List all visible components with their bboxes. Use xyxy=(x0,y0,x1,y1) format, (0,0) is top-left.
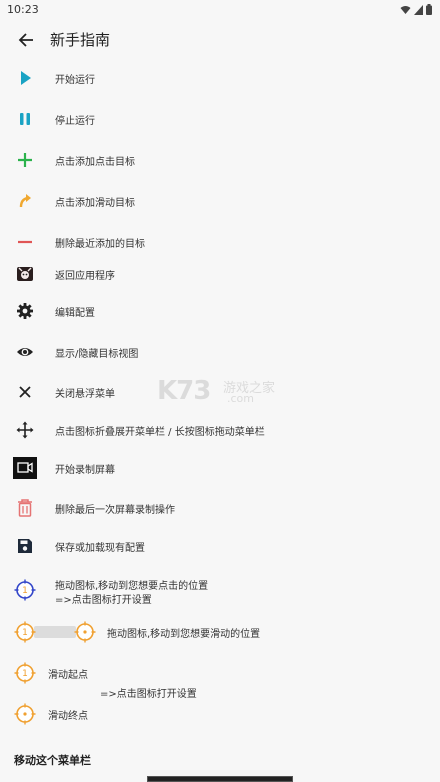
back-button[interactable] xyxy=(14,28,38,52)
minus-icon xyxy=(13,230,37,254)
guide-item-label: 关闭悬浮菜单 xyxy=(55,389,115,400)
guide-item-label: 显示/隐藏目标视图 xyxy=(55,349,139,360)
guide-item-edit-config: 编辑配置 xyxy=(0,296,440,326)
move-arrows-icon xyxy=(13,418,37,442)
trash-icon xyxy=(13,496,37,520)
save-icon xyxy=(13,534,37,558)
floating-menu-preview[interactable] xyxy=(147,776,293,782)
guide-item-label: 开始录制屏幕 xyxy=(55,465,115,476)
watermark-com: .com xyxy=(227,392,254,405)
swipe-start-label: 滑动起点 xyxy=(48,670,88,681)
swipe-target-label: 拖动图标,移动到您想要滑动的位置 xyxy=(107,629,261,640)
click-target-icon: 1 xyxy=(13,578,37,602)
swipe-target-number: 1 xyxy=(22,628,28,638)
guide-item-swipe-target: 1 拖动图标,移动到您想要滑动的位置 xyxy=(0,617,440,647)
swipe-start-icon: 1 xyxy=(13,620,37,644)
click-target-line2: =>点击图标打开设置 xyxy=(55,595,152,606)
guide-item-start: 开始运行 xyxy=(0,63,440,93)
app-logo-icon xyxy=(13,262,37,286)
swipe-track xyxy=(34,626,76,638)
swipe-arrow-icon xyxy=(13,189,37,213)
signal-icon xyxy=(414,4,423,15)
guide-item-label: 点击添加点击目标 xyxy=(55,157,135,168)
gear-icon xyxy=(13,299,37,323)
status-icons xyxy=(400,4,432,15)
guide-item-stop: 停止运行 xyxy=(0,104,440,134)
guide-item-toggle-view: 显示/隐藏目标视图 xyxy=(0,337,440,367)
guide-item-delete-record: 删除最后一次屏幕录制操作 xyxy=(0,493,440,523)
section-title: 移动这个菜单栏 xyxy=(14,754,91,767)
guide-item-add-click: 点击添加点击目标 xyxy=(0,145,440,175)
app-bar: 新手指南 xyxy=(0,20,440,60)
guide-item-label: 停止运行 xyxy=(55,116,95,127)
status-bar: 10:23 xyxy=(0,0,440,20)
guide-item-label: 点击添加滑动目标 xyxy=(55,198,135,209)
guide-item-label: 删除最后一次屏幕录制操作 xyxy=(55,505,175,516)
guide-item-label: 点击图标折叠展开菜单栏 / 长按图标拖动菜单栏 xyxy=(55,427,265,438)
eye-icon xyxy=(13,340,37,364)
swipe-hint-label: =>点击图标打开设置 xyxy=(100,689,197,700)
watermark-logo: K73 游戏之家 .com xyxy=(157,376,285,408)
guide-item-label: 开始运行 xyxy=(55,75,95,86)
click-target-line1: 拖动图标,移动到您想要点击的位置 xyxy=(55,581,209,592)
screen-record-icon xyxy=(13,456,37,480)
battery-icon xyxy=(426,4,432,15)
play-icon xyxy=(13,66,37,90)
guide-item-back-to-app: 返回应用程序 xyxy=(0,259,440,289)
arrow-back-icon xyxy=(18,33,33,47)
guide-item-label: 编辑配置 xyxy=(55,308,95,319)
click-target-number: 1 xyxy=(22,586,28,596)
pause-icon xyxy=(13,107,37,131)
page-title: 新手指南 xyxy=(50,31,111,49)
guide-item-remove-last: 删除最近添加的目标 xyxy=(0,227,440,257)
guide-item-click-target: 1 拖动图标,移动到您想要点击的位置 =>点击图标打开设置 xyxy=(0,574,440,606)
guide-item-swipe-end: 滑动终点 xyxy=(0,699,440,729)
guide-item-start-record: 开始录制屏幕 xyxy=(0,453,440,483)
swipe-hint-row: =>点击图标打开设置 xyxy=(0,680,440,700)
wifi-icon xyxy=(400,5,411,14)
plus-icon xyxy=(13,148,37,172)
watermark-big: K73 xyxy=(157,376,211,406)
guide-item-move-menu: 点击图标折叠展开菜单栏 / 长按图标拖动菜单栏 xyxy=(0,415,440,445)
status-time: 10:23 xyxy=(7,3,39,16)
swipe-start-number: 1 xyxy=(22,669,28,679)
close-icon xyxy=(13,380,37,404)
guide-item-add-swipe: 点击添加滑动目标 xyxy=(0,186,440,216)
swipe-end-icon xyxy=(73,620,97,644)
swipe-end-label: 滑动终点 xyxy=(48,711,88,722)
swipe-end-point-icon xyxy=(13,702,37,726)
guide-item-save-load: 保存或加载现有配置 xyxy=(0,531,440,561)
guide-item-label: 删除最近添加的目标 xyxy=(55,239,145,250)
guide-item-label: 返回应用程序 xyxy=(55,271,115,282)
guide-item-label: 保存或加载现有配置 xyxy=(55,543,145,554)
